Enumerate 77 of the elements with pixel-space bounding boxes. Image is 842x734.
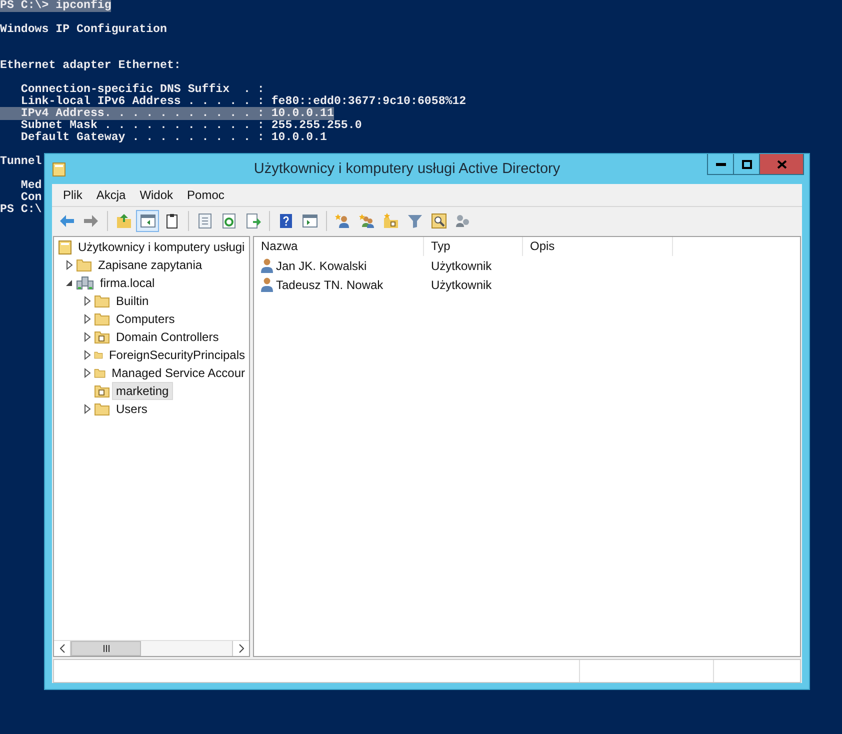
grip-icon: [102, 645, 110, 652]
action-pane-icon: [302, 212, 318, 228]
list-item-type: Użytkownik: [431, 258, 492, 272]
folder-icon: [94, 312, 110, 326]
expand-arrow-icon[interactable]: [84, 314, 90, 324]
folder-up-icon: [116, 212, 132, 228]
tree-item[interactable]: Users: [112, 400, 152, 418]
expand-arrow-icon[interactable]: [66, 260, 72, 270]
export-icon: [244, 212, 260, 228]
console-line: Con: [20, 191, 42, 204]
help-icon: [278, 212, 294, 228]
tree-item[interactable]: Użytkownicy i komputery usługi: [74, 238, 249, 256]
list-item-name[interactable]: Tadeusz TN. Nowak: [276, 278, 384, 292]
expand-arrow-icon[interactable]: [84, 350, 90, 360]
expand-arrow-icon[interactable]: [84, 296, 90, 306]
properties-icon: [196, 212, 212, 228]
folder-document-icon: [94, 330, 110, 344]
console-line: Default Gateway . . . . . . . . . : 10.0.0.1: [20, 131, 327, 144]
filter-icon: [406, 212, 422, 228]
maximize-icon: [742, 160, 752, 168]
tree-item[interactable]: Builtin: [112, 292, 153, 310]
book-icon: [58, 240, 72, 254]
tree-item[interactable]: Domain Controllers: [112, 328, 223, 346]
collapse-arrow-icon[interactable]: [66, 280, 72, 286]
server-icon: [76, 276, 94, 290]
back-arrow-icon: [58, 212, 74, 228]
users-delegate-icon: [454, 212, 470, 228]
console-line: Subnet Mask . . . . . . . . . . . : 255.255.255.0: [20, 119, 362, 132]
console-line: PS C:\: [0, 203, 42, 216]
list-item-name[interactable]: Jan JK. Kowalski: [276, 258, 367, 272]
refresh-icon: [220, 212, 236, 228]
clipboard-icon: [164, 212, 180, 228]
tree-item[interactable]: Managed Service Accour: [108, 364, 249, 382]
menu-item[interactable]: Akcja: [89, 188, 133, 202]
menu-item[interactable]: Pomoc: [180, 188, 232, 202]
close-icon: [776, 160, 786, 168]
folder-icon: [94, 294, 110, 308]
horizontal-scrollbar[interactable]: [54, 640, 249, 656]
tree-item[interactable]: marketing: [112, 382, 173, 400]
column-header[interactable]: Typ: [424, 237, 523, 256]
console-line: Tunnel: [0, 155, 42, 168]
user-icon: [261, 258, 273, 273]
console-line: Med: [20, 179, 42, 192]
tree-pane-icon: [140, 212, 156, 228]
folder-add-icon: [382, 212, 398, 228]
scroll-left-icon[interactable]: [60, 644, 64, 653]
console-line: Connection-specific DNS Suffix . :: [20, 83, 264, 96]
tree-item[interactable]: ForeignSecurityPrincipals: [104, 346, 249, 364]
user-add-icon: [334, 212, 350, 228]
folder-icon: [94, 402, 110, 416]
console-line: Link-local IPv6 Address . . . . . : fe80::edd0:3677:9c10:6058%12: [20, 95, 466, 108]
group-add-icon: [358, 212, 374, 228]
expand-arrow-icon[interactable]: [84, 404, 90, 414]
tree-item[interactable]: firma.local: [96, 274, 159, 292]
user-icon: [261, 277, 273, 292]
forward-arrow-icon: [82, 212, 98, 228]
window-title: Użytkownicy i komputery usługi Active Directory: [252, 161, 562, 177]
folder-icon: [94, 366, 106, 380]
tree-item[interactable]: Zapisane zapytania: [94, 256, 206, 274]
close-button[interactable]: [759, 154, 804, 175]
folder-document-icon: [94, 384, 110, 398]
expand-arrow-icon[interactable]: [84, 332, 90, 342]
console-line: Ethernet adapter Ethernet:: [0, 59, 181, 72]
menu-item[interactable]: Plik: [56, 188, 90, 202]
console-line: Windows IP Configuration: [0, 23, 167, 36]
list-item-type: Użytkownik: [431, 278, 492, 292]
find-icon: [430, 212, 446, 228]
minimize-button[interactable]: [707, 154, 734, 175]
book-icon: [52, 162, 66, 176]
column-header[interactable]: Opis: [523, 237, 673, 256]
folder-icon: [76, 258, 92, 272]
menu-item[interactable]: Widok: [132, 188, 180, 202]
column-header[interactable]: Nazwa: [254, 237, 424, 256]
scroll-right-icon[interactable]: [238, 644, 244, 653]
tree-item[interactable]: Computers: [112, 310, 179, 328]
minimize-icon: [716, 162, 726, 166]
expand-arrow-icon[interactable]: [84, 368, 90, 378]
